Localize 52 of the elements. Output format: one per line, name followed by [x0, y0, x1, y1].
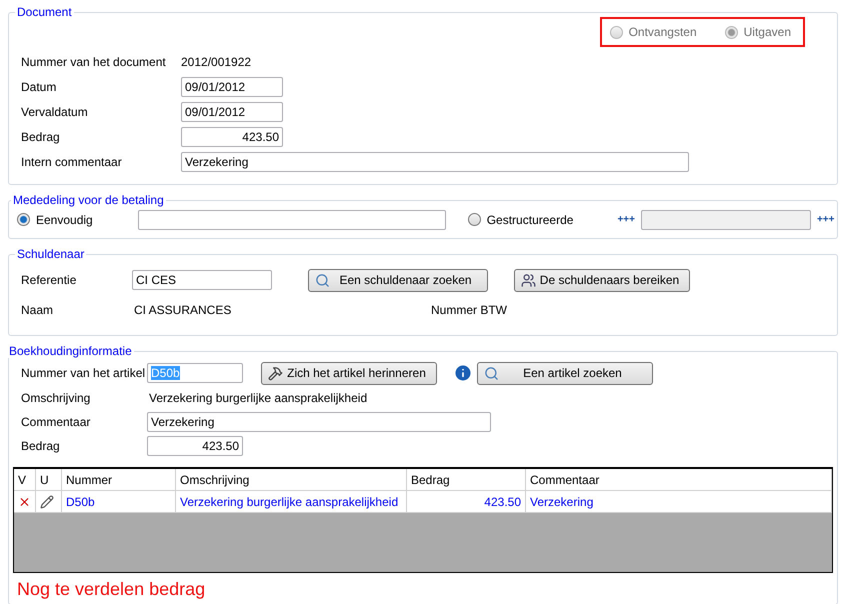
input-field[interactable]: Verzekering [181, 152, 689, 172]
field-label: Vervaldatum [21, 104, 89, 118]
hammer-icon [268, 366, 283, 380]
article-description: Verzekering burgerlijke aansprakelijkheid [149, 391, 368, 405]
search-icon [484, 366, 499, 380]
field-label: Bedrag [21, 130, 61, 144]
remaining-amount-label: Nog te verdelen bedrag [17, 579, 206, 600]
input-field[interactable]: 423.50 [181, 126, 283, 146]
input-field[interactable] [138, 210, 446, 230]
table-cell: 423.50 [407, 491, 526, 512]
search-button[interactable]: Een artikel zoeken [477, 362, 653, 384]
column-header: Commentaar [526, 469, 832, 490]
column-header: Nummer [62, 469, 176, 490]
document-number: 2012/001922 [181, 54, 252, 68]
field-label: Omschrijving [21, 391, 92, 405]
radio-option[interactable]: Eenvoudig [17, 212, 93, 226]
column-header: V [14, 469, 36, 490]
pencil-icon[interactable] [40, 494, 54, 508]
field-label: Commentaar [21, 415, 92, 429]
field-label: Intern commentaar [21, 154, 123, 168]
recall-button[interactable]: Zich het artikel herinneren [261, 362, 437, 384]
field-label: Nummer van het document [21, 54, 167, 68]
input-field[interactable]: CI CES [132, 270, 272, 290]
section-title: Document [16, 5, 73, 19]
field-label: Referentie [21, 273, 78, 287]
section-title: Mededeling voor de betaling [12, 193, 165, 207]
field-label: Nummer BTW [431, 303, 507, 317]
section-title: Boekhoudinginformatie [8, 344, 133, 358]
column-header: U [36, 469, 62, 490]
input-field[interactable]: 423.50 [147, 436, 243, 456]
input-field[interactable]: 09/01/2012 [181, 76, 283, 96]
search-icon [315, 272, 330, 288]
column-header: Omschrijving [176, 469, 407, 490]
radio-option[interactable]: Gestructureerde [468, 212, 574, 226]
input-field[interactable]: Verzekering [147, 412, 491, 432]
people-icon [521, 272, 536, 288]
suffix-text: +++ [816, 214, 834, 225]
prefix-text: +++ [617, 214, 635, 225]
field-label: Bedrag [21, 439, 61, 453]
search-button[interactable]: Een schuldenaar zoeken [308, 268, 488, 292]
debtor-name: CI ASSURANCES [134, 303, 232, 317]
field-label: Nummer van het artikel [21, 366, 146, 380]
field-label: Naam [21, 303, 54, 317]
input-field[interactable]: 09/01/2012 [181, 102, 283, 122]
debtors-button[interactable]: De schuldenaars bereiken [514, 268, 690, 292]
section-title: Schuldenaar [16, 247, 86, 261]
table-cell: Verzekering [526, 491, 832, 512]
info-icon[interactable] [453, 363, 473, 383]
field-label: Datum [21, 80, 58, 94]
column-header: Bedrag [407, 469, 526, 490]
table-cell: D50b [62, 491, 176, 512]
table-cell: Verzekering burgerlijke aansprakelijkheid [176, 491, 407, 512]
